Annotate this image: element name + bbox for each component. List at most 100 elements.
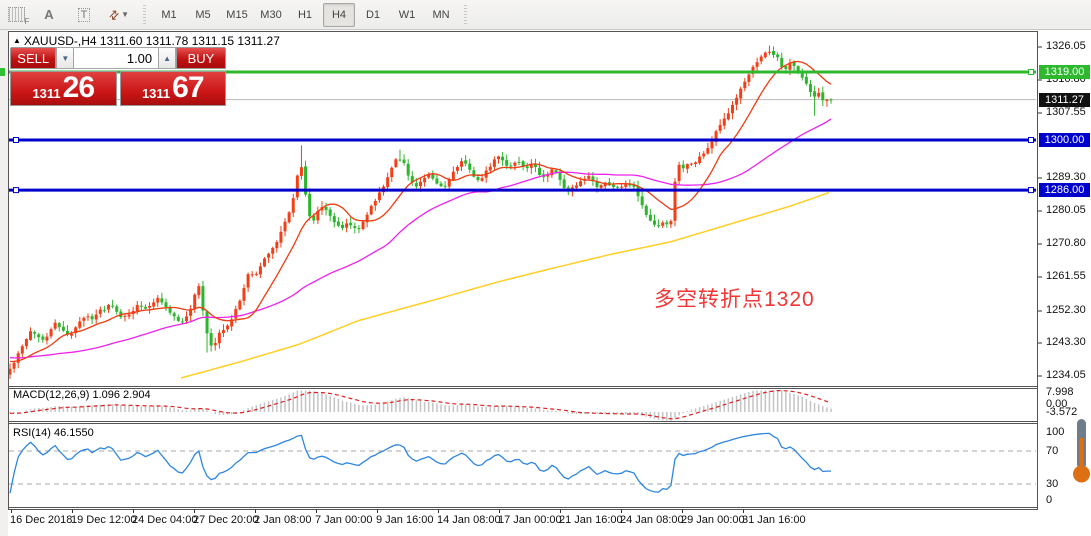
timeframe-button-m1[interactable]: M1 (153, 3, 185, 27)
candle-body (808, 84, 812, 92)
line-handle[interactable] (13, 137, 19, 143)
candle-body (706, 148, 710, 154)
candle-body (201, 286, 205, 311)
candle-body (193, 294, 197, 309)
candle-body (423, 178, 427, 183)
rsi-label: RSI(14) 46.1550 (13, 427, 94, 439)
volume-input[interactable] (74, 47, 159, 69)
candle-body (107, 305, 111, 310)
candle-body (624, 184, 628, 187)
hline-left-edge-marker (0, 68, 5, 76)
candle-body (258, 266, 262, 275)
angle-tool-button[interactable]: ⇄ ▼ (106, 3, 132, 27)
rsi-scale-label: 0 (1046, 494, 1053, 506)
candle-body (57, 323, 61, 328)
rsi-line (9, 432, 831, 494)
price-axis-tick-label: 1307.55 (1046, 106, 1086, 118)
candle-body (661, 222, 665, 226)
candle-body (373, 200, 377, 206)
time-axis-label: 29 Jan 00:00 (681, 514, 745, 526)
candle-body (111, 305, 115, 307)
candle-body (217, 332, 221, 344)
timeframe-button-h1[interactable]: H1 (289, 3, 321, 27)
candle-body (554, 170, 558, 173)
candle-body (246, 274, 250, 288)
time-axis-label: 31 Jan 16:00 (742, 514, 806, 526)
buy-button[interactable]: BUY (175, 47, 227, 69)
volume-increase-button[interactable]: ▲ (158, 47, 176, 69)
candle-body (172, 313, 176, 317)
toolbar-separator (462, 4, 469, 25)
candle-body (804, 76, 808, 84)
symbol-ohlc-text: XAUUSD-,H4 1311.60 1311.78 1311.15 1311.… (23, 34, 280, 48)
price-axis-tick-label: 1234.05 (1046, 369, 1086, 381)
sell-price-box[interactable]: 1311 26 (10, 71, 117, 106)
price-axis-badge: 1319.00 (1039, 65, 1090, 79)
candle-body (460, 161, 464, 167)
candle-body (185, 316, 189, 322)
candle-body (353, 226, 357, 228)
candle-body (78, 321, 82, 328)
candle-body (772, 50, 776, 55)
candle-body (558, 172, 562, 180)
candle-body (20, 346, 24, 354)
line-handle[interactable] (1028, 68, 1034, 75)
candle-body (620, 186, 624, 188)
macd-label: MACD(12,26,9) 1.096 2.904 (13, 389, 151, 401)
candle-body (308, 193, 312, 217)
line-handle[interactable] (1028, 137, 1034, 143)
candle-body (299, 167, 303, 176)
thermometer-icon[interactable] (1066, 416, 1091, 492)
candle-body (49, 329, 53, 337)
candle-body (164, 302, 168, 308)
timeframe-button-m5[interactable]: M5 (187, 3, 219, 27)
grid-tool-button[interactable]: F (3, 3, 30, 27)
time-axis-label: 16 Dec 2018 (10, 514, 73, 526)
candle-body (681, 164, 685, 169)
cursor-tool-button[interactable]: A (36, 3, 62, 27)
candle-body (345, 223, 349, 228)
candle-body (825, 99, 829, 101)
candle-body (739, 88, 743, 99)
text-tool-button[interactable]: T (71, 3, 97, 27)
line-handle[interactable] (1028, 187, 1034, 194)
candle-body (242, 288, 246, 301)
timeframe-button-m30[interactable]: M30 (255, 3, 287, 27)
triangle-icon: ▲ (13, 36, 21, 45)
price-axis-tick-label: 1261.55 (1046, 270, 1086, 282)
timeframe-button-h4[interactable]: H4 (323, 2, 355, 27)
candle-body (759, 56, 763, 62)
price-axis-tick-label: 1289.30 (1046, 171, 1086, 183)
buy-price-box[interactable]: 1311 67 (119, 71, 226, 106)
candle-body (611, 184, 615, 187)
candle-body (689, 163, 693, 165)
candle-body (361, 221, 365, 230)
price-axis-badge: 1300.00 (1039, 133, 1090, 147)
candle-body (70, 333, 74, 336)
candle-body (98, 309, 102, 314)
rsi-scale-label: 100 (1046, 426, 1065, 438)
volume-decrease-button[interactable]: ▼ (56, 47, 75, 69)
candle-body (41, 336, 45, 340)
candle-body (685, 164, 689, 169)
timeframe-button-d1[interactable]: D1 (357, 3, 389, 27)
candle-body (574, 185, 578, 188)
grid-icon: F (7, 7, 30, 26)
candle-body (115, 306, 119, 312)
price-axis-badge: 1311.27 (1039, 93, 1090, 107)
sell-button[interactable]: SELL (10, 47, 57, 69)
sell-price-small: 1311 (32, 86, 61, 101)
candle-body (419, 181, 422, 187)
candle-body (698, 156, 702, 164)
timeframe-button-mn[interactable]: MN (425, 3, 457, 27)
timeframe-button-m15[interactable]: M15 (221, 3, 253, 27)
line-handle[interactable] (13, 187, 19, 194)
macd-scale-label: 7.998 (1046, 386, 1074, 398)
candle-body (525, 166, 529, 169)
timeframe-button-w1[interactable]: W1 (391, 3, 423, 27)
candle-body (476, 177, 480, 180)
timeframe-button-group: M1 M5 M15 M30 H1 H4 D1 W1 MN (152, 2, 458, 27)
candle-body (291, 198, 295, 213)
candle-body (369, 205, 373, 215)
candle-body (743, 81, 747, 89)
